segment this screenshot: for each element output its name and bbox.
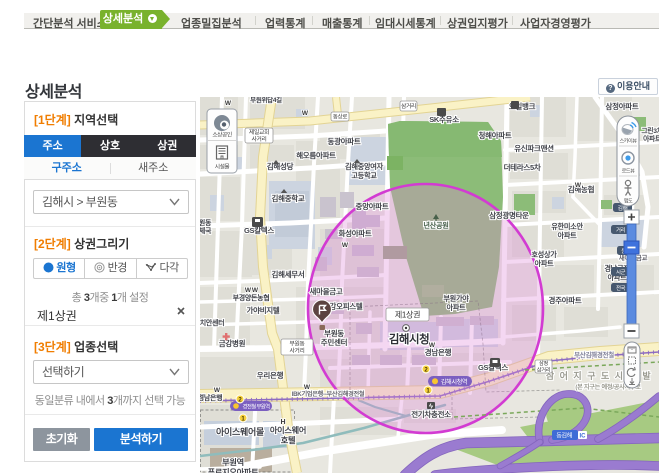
- svg-text:푸르지오아파트: 푸르지오아파트: [208, 467, 259, 473]
- svg-text:부원가야: 부원가야: [443, 294, 469, 303]
- svg-text:새마을금고: 새마을금고: [310, 286, 343, 296]
- svg-text:김해중앙여자: 김해중앙여자: [345, 162, 384, 171]
- svg-text:체국: 체국: [200, 226, 212, 235]
- svg-text:W: W: [252, 287, 259, 294]
- svg-text:아파트: 아파트: [643, 134, 659, 143]
- svg-text:화성아파트: 화성아파트: [339, 228, 372, 238]
- svg-text:그린3차: 그린3차: [641, 126, 659, 135]
- svg-text:삼거리: 삼거리: [401, 102, 416, 110]
- svg-text:강오피스텔: 강오피스텔: [330, 301, 363, 311]
- svg-text:동상로: 동상로: [333, 112, 348, 120]
- svg-text:김해세무서: 김해세무서: [272, 269, 305, 279]
- svg-text:중앙아파트: 중앙아파트: [356, 201, 389, 211]
- svg-text:부원동: 부원동: [289, 340, 305, 348]
- svg-text:호텔: 호텔: [281, 435, 296, 445]
- svg-text:아파트: 아파트: [535, 259, 555, 268]
- svg-text:W: W: [575, 182, 582, 189]
- svg-text:경전철 부원역: 경전철 부원역: [242, 403, 270, 411]
- svg-text:우리은행: 우리은행: [257, 370, 284, 380]
- svg-text:원동: 원동: [200, 218, 212, 227]
- svg-text:부경양돈농협: 부경양돈농협: [233, 293, 270, 302]
- svg-text:아파트: 아파트: [558, 231, 578, 240]
- svg-text:삼거리: 삼거리: [537, 365, 551, 373]
- svg-text:부원역: 부원역: [222, 457, 244, 467]
- svg-text:로드뷰: 로드뷰: [622, 168, 636, 175]
- svg-text:경남은행: 경남은행: [200, 393, 222, 402]
- svg-text:더테라스5차: 더테라스5차: [504, 162, 541, 172]
- svg-text:김해시청역: 김해시청역: [441, 378, 467, 386]
- svg-text:W: W: [429, 342, 436, 349]
- svg-text:호성상가: 호성상가: [531, 250, 557, 259]
- svg-text:주민센터: 주민센터: [321, 337, 348, 347]
- svg-text:제일교회: 제일교회: [249, 128, 269, 136]
- svg-text:삼정: 삼정: [539, 359, 548, 367]
- svg-text:부원위답4길: 부원위답4길: [250, 97, 282, 104]
- svg-text:W: W: [225, 100, 232, 107]
- svg-text:유한미소안: 유한미소안: [551, 222, 583, 231]
- svg-text:H: H: [280, 419, 285, 426]
- svg-text:김해성당: 김해성당: [267, 161, 294, 171]
- svg-text:시군: 시군: [616, 269, 625, 276]
- svg-text:W: W: [302, 110, 309, 117]
- svg-text:삼정아파트: 삼정아파트: [606, 101, 639, 111]
- svg-text:IBK기업은행--부산김해경전철: IBK기업은행--부산김해경전철: [292, 390, 365, 398]
- svg-text:맵도: 맵도: [624, 198, 633, 205]
- svg-text:유신파크맨션: 유신파크맨션: [514, 143, 554, 153]
- svg-text:삼정광명타운: 삼정광명타운: [489, 210, 529, 220]
- svg-text:김해농협: 김해농협: [568, 184, 595, 194]
- svg-text:치안센터: 치안센터: [200, 318, 224, 327]
- svg-text:가야비지텔: 가야비지텔: [247, 305, 280, 315]
- svg-text:IC: IC: [580, 434, 587, 440]
- svg-text:스카이뷰: 스카이뷰: [619, 137, 637, 145]
- svg-text:소상공인: 소상공인: [212, 131, 231, 139]
- svg-text:전기차충전소: 전기차충전소: [411, 409, 451, 419]
- svg-text:부원동: 부원동: [324, 328, 344, 338]
- svg-text:사거리: 사거리: [251, 135, 266, 143]
- svg-text:경주아파트: 경주아파트: [549, 295, 582, 305]
- svg-text:아이스웨어몰: 아이스웨어몰: [216, 426, 264, 437]
- svg-text:동광아파트: 동광아파트: [328, 136, 361, 146]
- svg-text:W: W: [304, 384, 311, 391]
- svg-text:전국: 전국: [616, 284, 625, 292]
- svg-text:제1상권: 제1상권: [395, 309, 420, 319]
- svg-text:아파트: 아파트: [447, 303, 467, 312]
- svg-text:W: W: [342, 242, 349, 249]
- svg-text:김해중학교: 김해중학교: [272, 193, 305, 203]
- svg-text:W: W: [214, 387, 221, 394]
- svg-text:W: W: [245, 287, 252, 294]
- svg-text:년산공원: 년산공원: [423, 221, 448, 230]
- svg-text:고등학교: 고등학교: [351, 171, 377, 180]
- svg-text:시설물: 시설물: [215, 163, 231, 171]
- svg-text:SK주유소: SK주유소: [429, 115, 459, 124]
- svg-text:청해아파트: 청해아파트: [479, 130, 512, 140]
- svg-text:금강병원: 금강병원: [219, 338, 246, 348]
- svg-text:김해시청: 김해시청: [389, 332, 429, 346]
- svg-text:부산김해경전철: 부산김해경전철: [574, 350, 614, 359]
- svg-text:사거리: 사거리: [289, 346, 304, 354]
- svg-text:해오름아파트: 해오름아파트: [296, 150, 336, 160]
- svg-text:아이스웨어: 아이스웨어: [270, 425, 306, 435]
- svg-text:동김해: 동김해: [556, 432, 572, 440]
- svg-text:거리: 거리: [616, 226, 625, 234]
